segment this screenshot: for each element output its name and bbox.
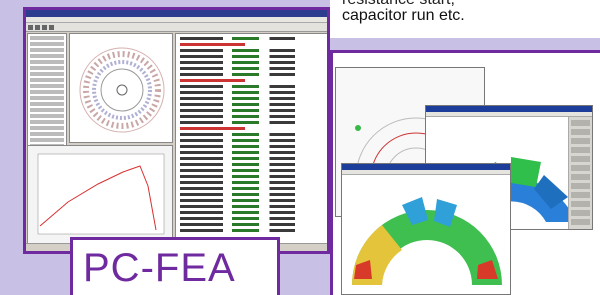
product-panel: resistance start, capacitor run etc. — [0, 0, 600, 295]
brand-label: PC-FEA — [83, 246, 236, 290]
results-text-window — [175, 33, 327, 245]
brand-tab: PC-FEA — [70, 237, 280, 295]
fea-screenshot-composite — [330, 50, 600, 295]
field-solution-plot — [352, 197, 502, 285]
caption-text: resistance start, capacitor run etc. — [342, 0, 465, 24]
field-plot-window — [341, 163, 511, 295]
motor-program-screenshot — [23, 7, 330, 254]
toolbar-icon — [42, 24, 47, 30]
toolbar-icon — [49, 24, 54, 30]
purple-band — [330, 38, 600, 50]
toolbar-icon — [28, 24, 33, 30]
motor-cross-section-drawing — [79, 47, 165, 133]
torque-speed-chart — [27, 145, 173, 245]
caption-line-2: capacitor run etc. — [342, 7, 465, 24]
tool-sidebar — [568, 117, 592, 229]
toolbar — [26, 23, 327, 32]
window-title-bar — [26, 10, 327, 17]
curve-plot — [37, 153, 165, 235]
motor-cross-section-view — [69, 33, 173, 143]
toolbar-icon — [35, 24, 40, 30]
